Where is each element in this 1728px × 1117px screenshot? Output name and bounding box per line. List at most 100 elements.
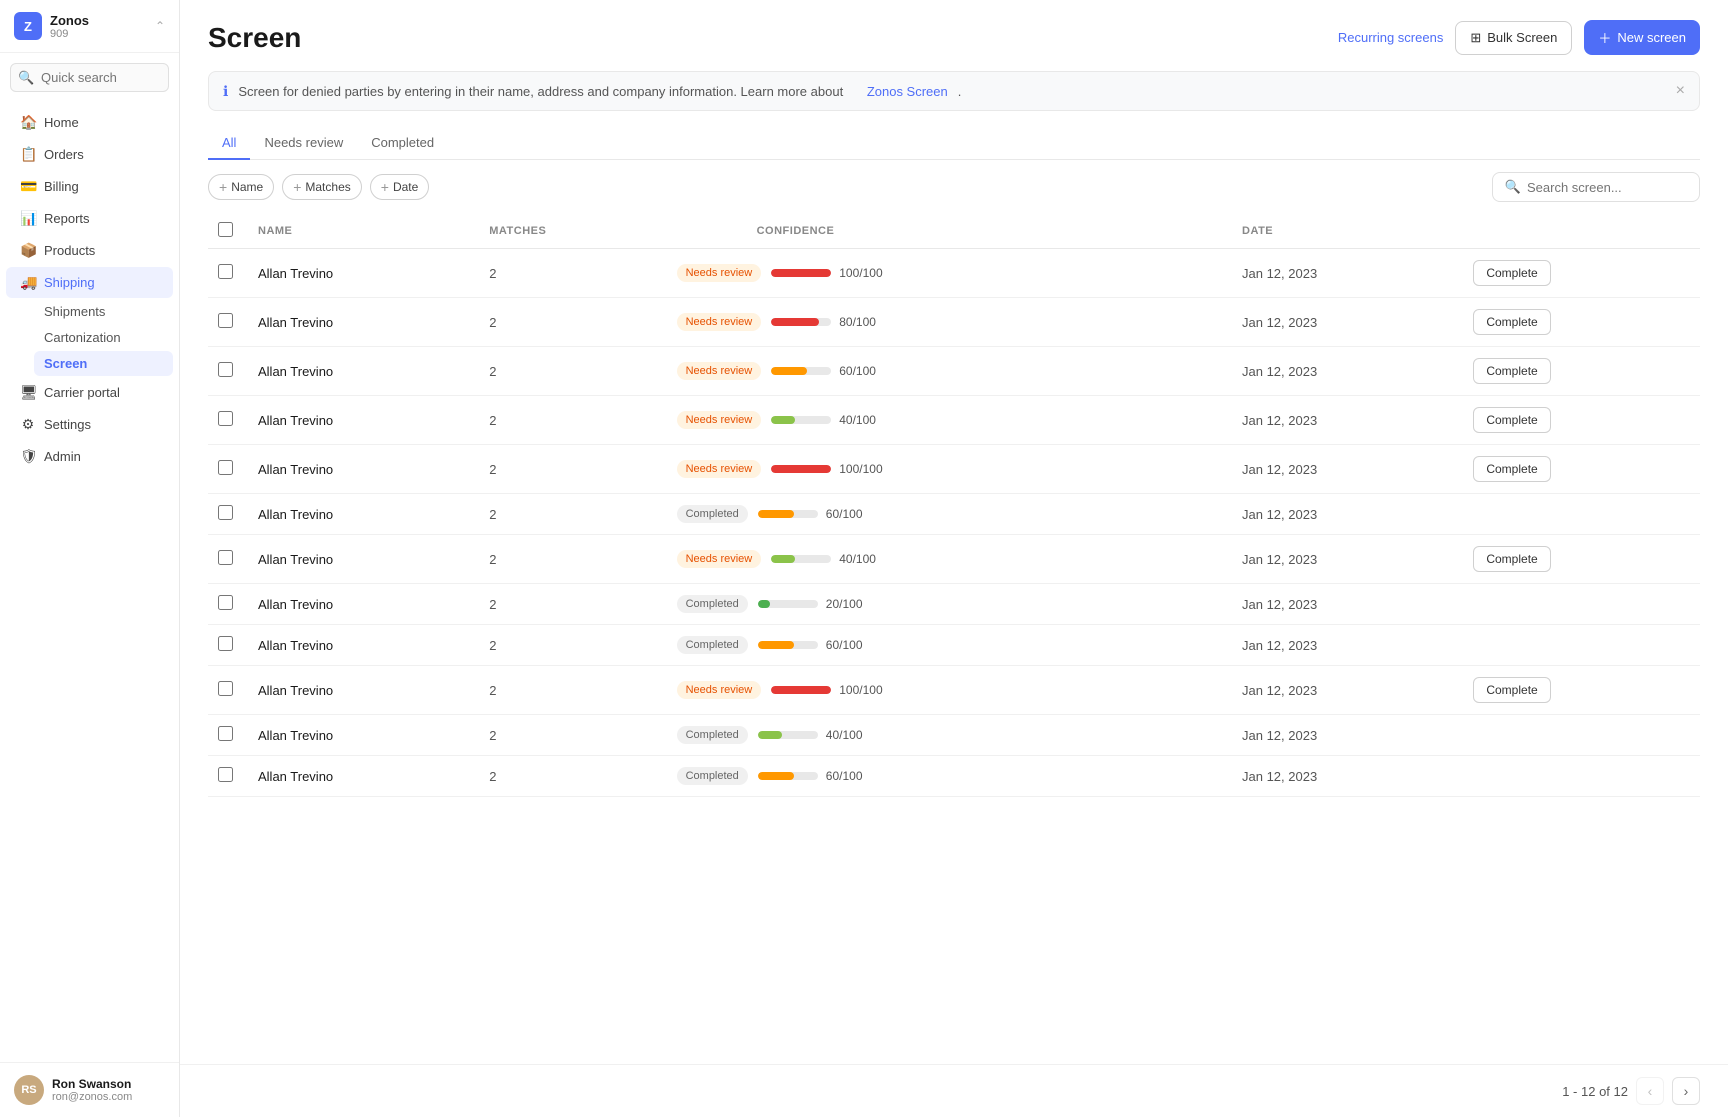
row-checkbox[interactable] [218, 264, 233, 279]
matches-cell: 2 [479, 625, 666, 666]
row-checkbox[interactable] [218, 505, 233, 520]
tab-completed[interactable]: Completed [357, 127, 448, 160]
orders-icon: 📋 [20, 146, 36, 163]
row-checkbox[interactable] [218, 767, 233, 782]
sidebar-item-billing[interactable]: 💳 Billing [6, 171, 173, 202]
date-cell: Jan 12, 2023 [1232, 715, 1463, 756]
org-name: Zonos [50, 13, 89, 28]
confidence-label: 100/100 [839, 462, 889, 476]
sidebar-item-home[interactable]: 🏠 Home [6, 107, 173, 138]
sidebar-item-label: Admin [44, 449, 81, 464]
sidebar: Z Zonos 909 ⌃ 🔍 🏠 Home 📋 Orders 💳 Billin… [0, 0, 180, 1117]
confidence-bar [758, 641, 818, 649]
row-checkbox[interactable] [218, 595, 233, 610]
row-checkbox[interactable] [218, 550, 233, 565]
shipping-subnav: Shipments Cartonization Screen [0, 299, 179, 376]
search-screen-input[interactable] [1527, 180, 1687, 195]
sidebar-item-orders[interactable]: 📋 Orders [6, 139, 173, 170]
name-cell: Allan Trevino [248, 584, 479, 625]
action-cell: Complete [1463, 396, 1700, 445]
status-confidence-cell: Needs review 40/100 [667, 535, 1232, 584]
reports-icon: 📊 [20, 210, 36, 227]
next-page-button[interactable]: › [1672, 1077, 1700, 1105]
sidebar-item-label: Products [44, 243, 95, 258]
complete-button[interactable]: Complete [1473, 260, 1550, 286]
date-cell: Jan 12, 2023 [1232, 535, 1463, 584]
confidence-wrap: 40/100 [758, 728, 876, 742]
row-checkbox[interactable] [218, 411, 233, 426]
name-cell: Allan Trevino [248, 298, 479, 347]
action-cell [1463, 625, 1700, 666]
matches-cell: 2 [479, 494, 666, 535]
matches-cell: 2 [479, 298, 666, 347]
status-badge: Needs review [677, 460, 762, 478]
status-badge: Needs review [677, 411, 762, 429]
filter-matches[interactable]: + Matches [282, 174, 362, 200]
row-checkbox[interactable] [218, 460, 233, 475]
action-cell: Complete [1463, 445, 1700, 494]
sidebar-item-carrier-portal[interactable]: 🖥 Carrier portal [6, 377, 173, 408]
complete-button[interactable]: Complete [1473, 546, 1550, 572]
filter-name[interactable]: + Name [208, 174, 274, 200]
row-checkbox[interactable] [218, 362, 233, 377]
row-checkbox-cell [208, 347, 248, 396]
sidebar-item-label: Billing [44, 179, 79, 194]
matches-cell: 2 [479, 535, 666, 584]
banner-text: Screen for denied parties by entering in… [238, 84, 843, 99]
org-id: 909 [50, 28, 89, 40]
action-cell [1463, 756, 1700, 797]
search-box: 🔍 [1492, 172, 1700, 202]
bulk-screen-button[interactable]: ⊞ Bulk Screen [1455, 21, 1572, 55]
filter-date[interactable]: + Date [370, 174, 430, 200]
complete-button[interactable]: Complete [1473, 677, 1550, 703]
plus-icon: + [381, 179, 389, 195]
matches-cell: 2 [479, 347, 666, 396]
confidence-bar [771, 465, 831, 473]
user-email: ron@zonos.com [52, 1091, 132, 1103]
complete-button[interactable]: Complete [1473, 358, 1550, 384]
confidence-label: 100/100 [839, 266, 889, 280]
tab-all[interactable]: All [208, 127, 250, 160]
sidebar-item-admin[interactable]: 🛡 Admin [6, 441, 173, 472]
sidebar-item-reports[interactable]: 📊 Reports [6, 203, 173, 234]
sidebar-header[interactable]: Z Zonos 909 ⌃ [0, 0, 179, 53]
confidence-wrap: 60/100 [771, 364, 889, 378]
settings-icon: ⚙ [20, 416, 36, 433]
close-icon[interactable]: × [1676, 82, 1685, 100]
row-checkbox-cell [208, 445, 248, 494]
sidebar-item-products[interactable]: 📦 Products [6, 235, 173, 266]
sidebar-item-cartonization[interactable]: Cartonization [34, 325, 173, 350]
date-cell: Jan 12, 2023 [1232, 494, 1463, 535]
confidence-wrap: 100/100 [771, 266, 889, 280]
sidebar-item-screen[interactable]: Screen [34, 351, 173, 376]
recurring-screens-button[interactable]: Recurring screens [1338, 30, 1444, 45]
complete-button[interactable]: Complete [1473, 407, 1550, 433]
sidebar-item-settings[interactable]: ⚙ Settings [6, 409, 173, 440]
row-checkbox[interactable] [218, 636, 233, 651]
row-checkbox[interactable] [218, 726, 233, 741]
banner-link[interactable]: Zonos Screen [867, 84, 948, 99]
table-row: Allan Trevino 2 Completed 60/100 Jan 12,… [208, 494, 1700, 535]
row-checkbox[interactable] [218, 313, 233, 328]
sidebar-user[interactable]: RS Ron Swanson ron@zonos.com [0, 1062, 179, 1117]
sidebar-item-shipments[interactable]: Shipments [34, 299, 173, 324]
confidence-wrap: 40/100 [771, 552, 889, 566]
status-badge: Completed [677, 505, 748, 523]
row-checkbox[interactable] [218, 681, 233, 696]
sidebar-item-shipping[interactable]: 🚚 Shipping [6, 267, 173, 298]
new-screen-button[interactable]: ＋ New screen [1584, 20, 1700, 55]
select-all-checkbox[interactable] [218, 222, 233, 237]
complete-button[interactable]: Complete [1473, 456, 1550, 482]
status-confidence-cell: Needs review 100/100 [667, 445, 1232, 494]
carrier-icon: 🖥 [20, 384, 36, 401]
matches-cell: 2 [479, 249, 666, 298]
sidebar-item-label: Shipping [44, 275, 95, 290]
tab-needs-review[interactable]: Needs review [250, 127, 357, 160]
info-icon: ℹ [223, 83, 228, 100]
table-row: Allan Trevino 2 Needs review 40/100 Jan … [208, 396, 1700, 445]
action-cell: Complete [1463, 535, 1700, 584]
action-cell: Complete [1463, 249, 1700, 298]
prev-page-button[interactable]: ‹ [1636, 1077, 1664, 1105]
date-cell: Jan 12, 2023 [1232, 666, 1463, 715]
complete-button[interactable]: Complete [1473, 309, 1550, 335]
